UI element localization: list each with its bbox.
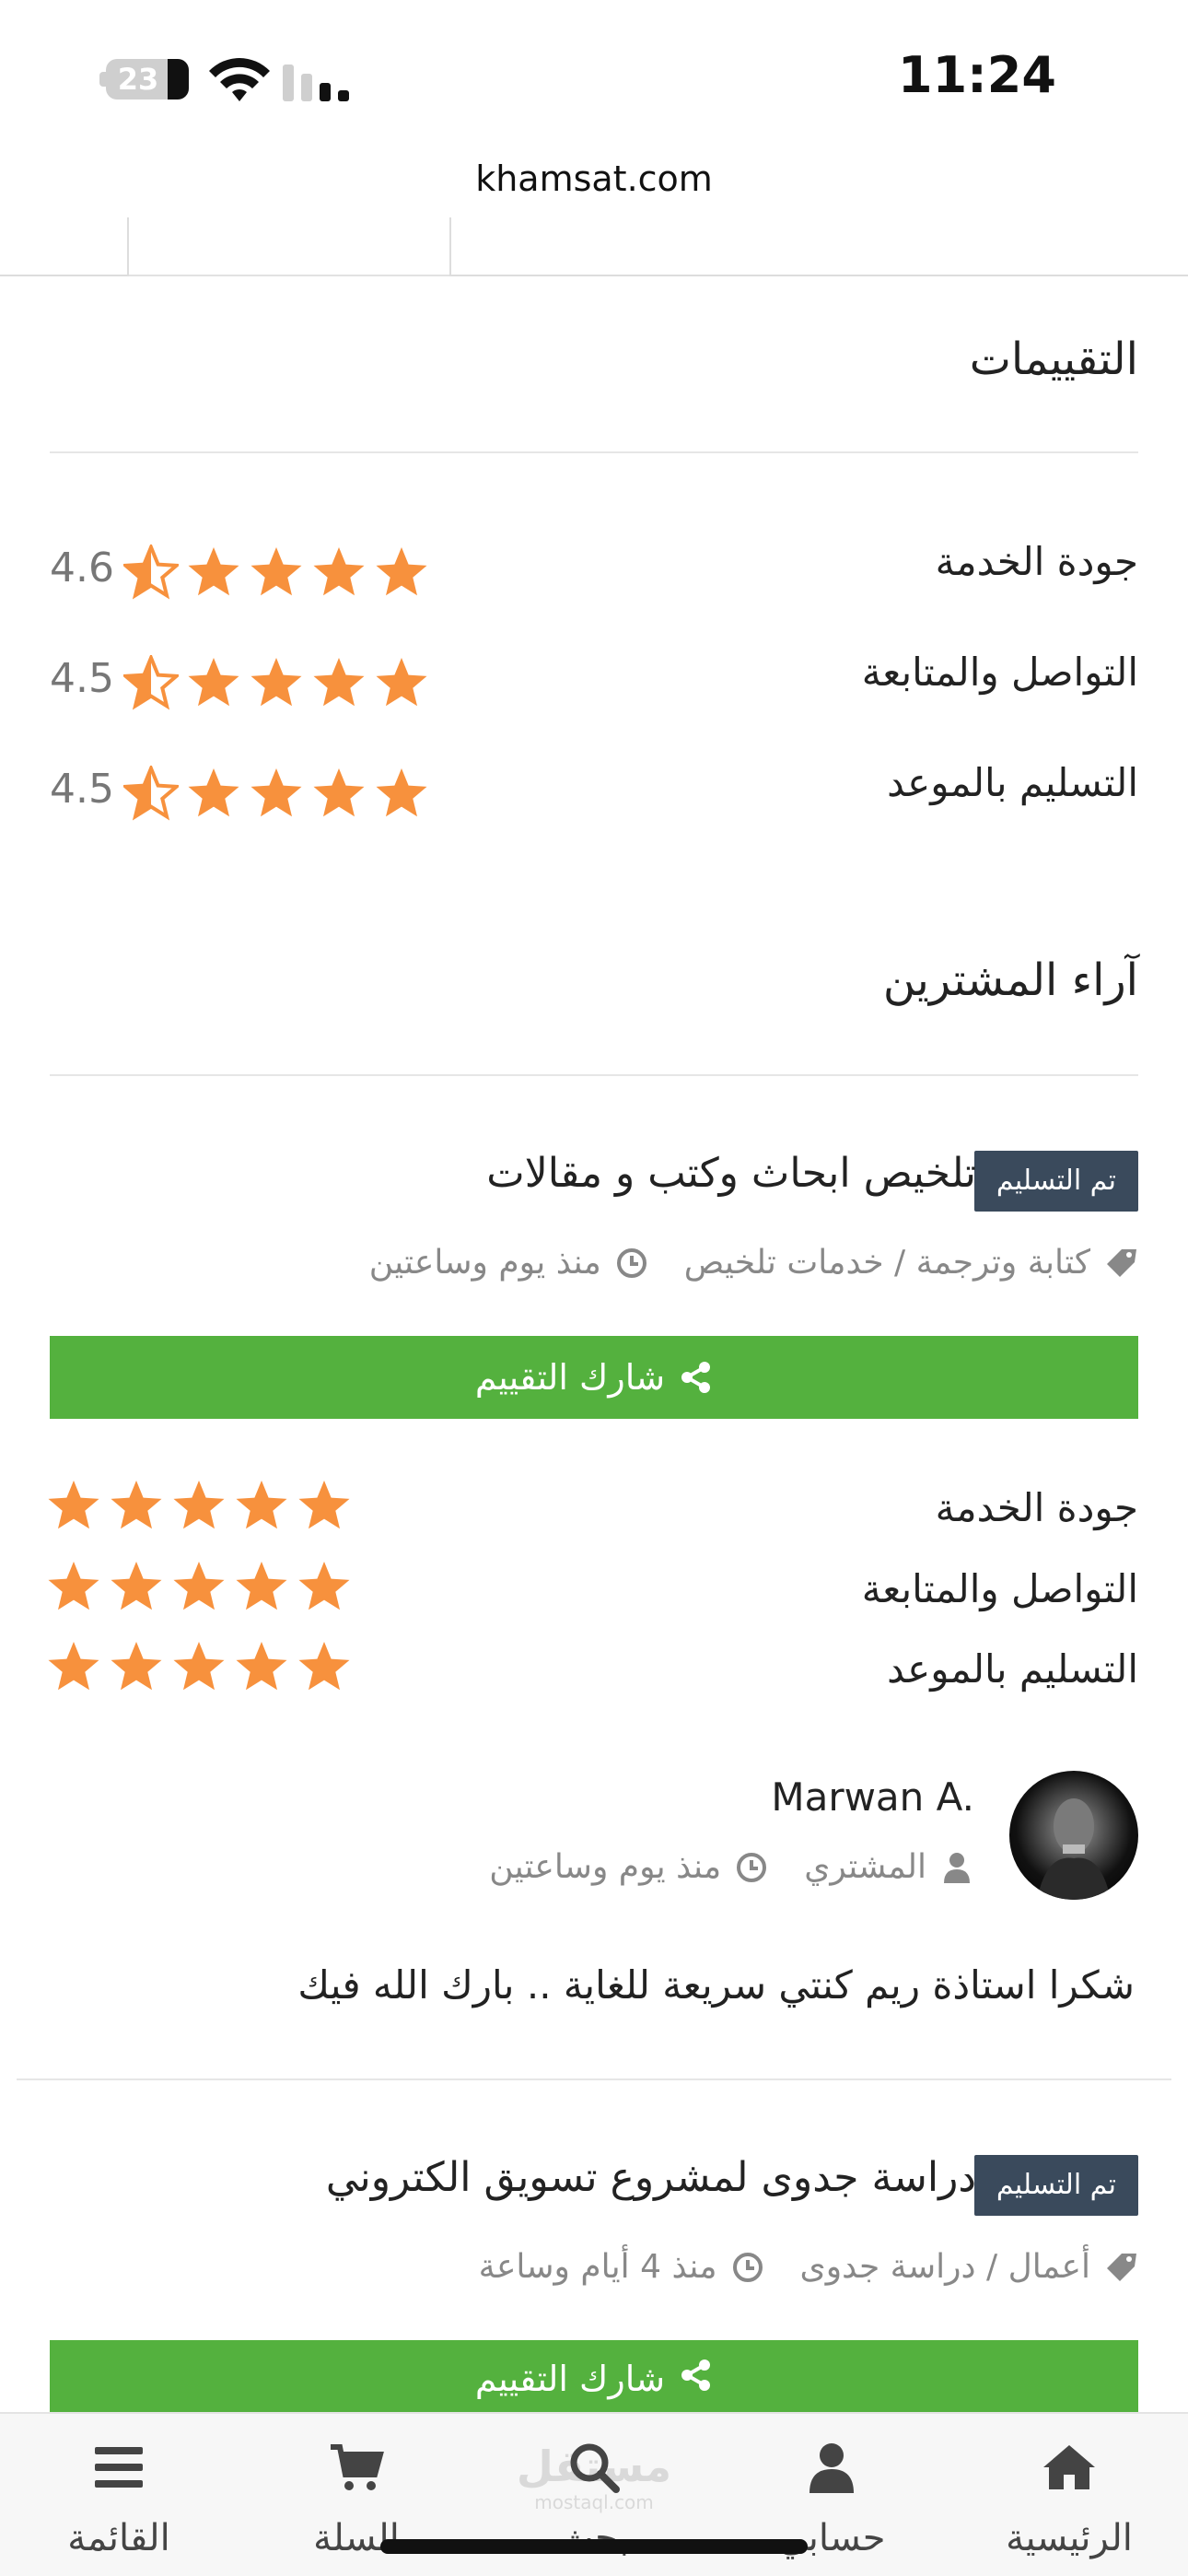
star-icon (171, 1639, 234, 1694)
delivered-badge: تم التسليم (973, 1151, 1138, 1212)
tab-box-left[interactable] (0, 217, 129, 276)
reviewer-avatar[interactable] (1009, 1771, 1138, 1900)
reviews-title: آراء المشترين (882, 954, 1138, 1006)
rating-stars (121, 763, 437, 821)
criteria-stars (46, 1559, 359, 1614)
criteria-label: التواصل والمتابعة (861, 1566, 1138, 1611)
star-icon (121, 542, 186, 600)
rating-score: 4.5 (50, 766, 114, 813)
rating-stars (121, 542, 437, 600)
share-label: شارك التقييم (474, 1357, 666, 1398)
criteria-stars (46, 1478, 359, 1533)
watermark-logo: مستقل mostaql.com (516, 2441, 672, 2513)
reviewer-name[interactable]: Marwan A. (771, 1774, 974, 1820)
share-review-button[interactable]: شارك التقييم (50, 1336, 1138, 1419)
cellular-signal-icon (283, 64, 349, 101)
service-category[interactable]: كتابة وترجمة / خدمات تلخيص (684, 1244, 1090, 1282)
nav-home[interactable]: الرئيسية (950, 2414, 1188, 2576)
menu-icon (95, 2447, 143, 2488)
home-indicator (380, 2539, 808, 2554)
rating-score: 4.5 (50, 655, 114, 702)
user-icon (944, 1852, 970, 1883)
service-title[interactable]: دراسة جدوى لمشروع تسويق الكتروني (326, 2154, 976, 2201)
tag-icon (1107, 1248, 1136, 1277)
wifi-icon (209, 58, 270, 101)
star-icon (297, 1559, 359, 1614)
nav-menu[interactable]: القائمة (0, 2414, 238, 2576)
star-icon (249, 544, 311, 600)
star-icon (234, 1478, 297, 1533)
star-icon (186, 766, 249, 821)
star-icon (311, 544, 374, 600)
service-category[interactable]: أعمال / دراسة جدوى (800, 2248, 1090, 2286)
reviews-divider (50, 1074, 1138, 1076)
share-review-button[interactable]: شارك التقييم (50, 2340, 1138, 2412)
star-icon (171, 1478, 234, 1533)
cart-icon (331, 2444, 384, 2490)
rating-label: التسليم بالموعد (887, 760, 1138, 805)
star-icon (186, 655, 249, 710)
service-time: منذ 4 أيام وساعة (478, 2248, 717, 2286)
criteria-label: التسليم بالموعد (887, 1646, 1138, 1692)
status-bar: 23 11:24 khamsat.com (0, 0, 1188, 199)
rating-score: 4.6 (50, 544, 114, 591)
star-icon (46, 1559, 109, 1614)
star-icon (311, 655, 374, 710)
star-icon (311, 766, 374, 821)
service-meta: كتابة وترجمة / خدمات تلخيص منذ يوم وساعت… (369, 1244, 1138, 1282)
star-icon (109, 1478, 171, 1533)
rating-label: جودة الخدمة (935, 539, 1138, 584)
delivered-badge: تم التسليم (973, 2155, 1138, 2216)
browser-url[interactable]: khamsat.com (0, 158, 1188, 199)
star-icon (297, 1478, 359, 1533)
star-icon (46, 1639, 109, 1694)
share-icon (681, 2359, 711, 2391)
rating-label: التواصل والمتابعة (861, 650, 1138, 695)
user-icon (809, 2443, 854, 2493)
service-title[interactable]: تلخيص ابحاث وكتب و مقالات (486, 1150, 976, 1197)
star-icon (249, 766, 311, 821)
service-time: منذ يوم وساعتين (368, 1244, 601, 1282)
star-icon (249, 655, 311, 710)
star-icon (109, 1559, 171, 1614)
battery-icon: 23 (106, 59, 189, 100)
star-icon (109, 1639, 171, 1694)
star-icon (121, 763, 186, 821)
reviewer-time: منذ يوم وساعتين (489, 1848, 722, 1886)
star-icon (186, 544, 249, 600)
reviewer-role: المشتري (804, 1848, 926, 1886)
star-icon (121, 652, 186, 710)
star-icon (374, 544, 437, 600)
share-label: شارك التقييم (474, 2359, 666, 2399)
nav-home-label: الرئيسية (1006, 2517, 1133, 2559)
ratings-divider (50, 451, 1138, 453)
star-icon (297, 1639, 359, 1694)
star-icon (234, 1639, 297, 1694)
star-icon (171, 1559, 234, 1614)
star-icon (46, 1478, 109, 1533)
service-meta: أعمال / دراسة جدوى منذ 4 أيام وساعة (479, 2248, 1138, 2286)
reviewer-meta: المشتري منذ يوم وساعتين (489, 1848, 974, 1886)
ratings-title: التقييمات (969, 334, 1138, 385)
tab-box-right[interactable] (449, 217, 1188, 276)
clock-icon (732, 2252, 763, 2282)
home-icon (1043, 2445, 1095, 2489)
clock-icon (737, 1852, 767, 1882)
nav-menu-label: القائمة (67, 2517, 170, 2559)
status-time: 11:24 (898, 46, 1056, 104)
battery-level: 23 (117, 62, 159, 97)
review-separator (17, 2078, 1171, 2080)
share-icon (681, 1362, 711, 1393)
criteria-stars (46, 1639, 359, 1694)
tag-icon (1107, 2253, 1136, 2281)
rating-stars (121, 652, 437, 710)
star-icon (374, 766, 437, 821)
top-tabs-strip (0, 217, 1188, 276)
clock-icon (616, 1247, 646, 1278)
review-comment: شكرا استاذة ريم كنتي سريعة للغاية .. بار… (297, 1962, 1135, 2008)
star-icon (374, 655, 437, 710)
star-icon (234, 1559, 297, 1614)
criteria-label: جودة الخدمة (935, 1485, 1138, 1530)
